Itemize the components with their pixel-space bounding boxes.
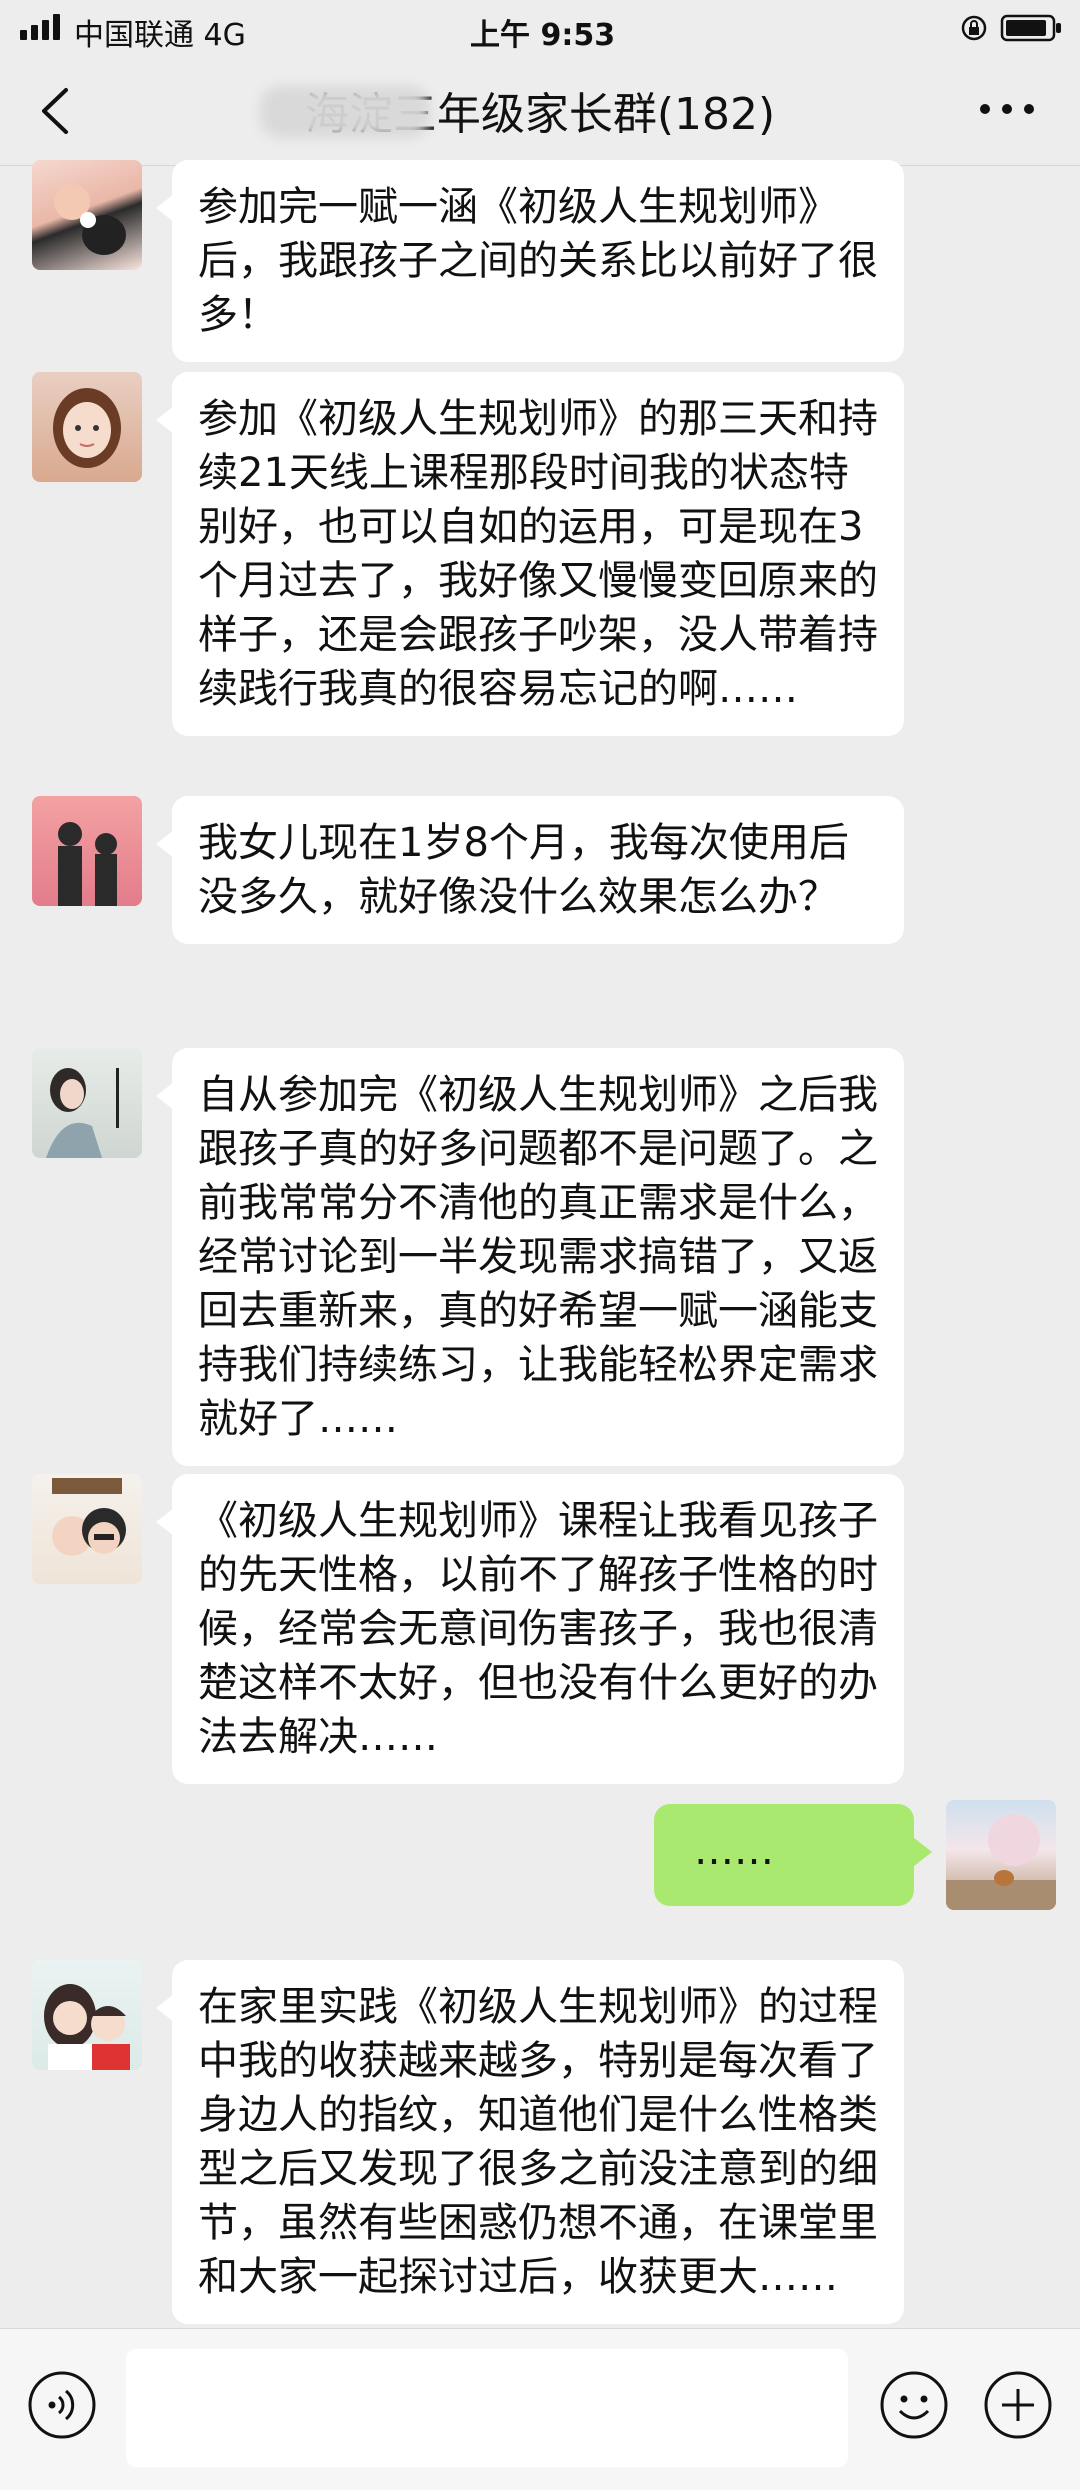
message-bubble-self[interactable]: …… xyxy=(654,1804,932,1906)
message-bubble[interactable]: 在家里实践《初级人生规划师》的过程中我的收获越来越多，特别是每次看了身边人的指纹… xyxy=(156,1960,904,2324)
plus-icon[interactable] xyxy=(982,2369,1054,2441)
signal-icon xyxy=(20,14,62,40)
message-bubble[interactable]: 参加完一赋一涵《初级人生规划师》后，我跟孩子之间的关系比以前好了很多！ xyxy=(156,160,904,362)
avatar[interactable] xyxy=(32,1474,142,1584)
avatar[interactable] xyxy=(32,796,142,906)
status-time: 上午 9:53 xyxy=(470,18,616,53)
battery-icon xyxy=(1000,14,1061,42)
avatar[interactable] xyxy=(32,372,142,482)
avatar[interactable] xyxy=(32,1048,142,1158)
message-bubble[interactable]: 自从参加完《初级人生规划师》之后我跟孩子真的好多问题都不是问题了。之前我常常分不… xyxy=(156,1048,904,1466)
voice-icon[interactable] xyxy=(26,2369,98,2441)
avatar[interactable] xyxy=(32,1960,142,2070)
carrier-label: 中国联通 4G xyxy=(74,18,246,53)
status-bar: 中国联通 4G 上午 9:53 xyxy=(0,0,1080,56)
input-bar xyxy=(0,2328,1080,2490)
back-icon[interactable] xyxy=(36,86,76,136)
avatar[interactable] xyxy=(32,160,142,270)
message-bubble[interactable]: 参加《初级人生规划师》的那三天和持续21天线上课程那段时间我的状态特别好，也可以… xyxy=(156,372,904,736)
message-bubble[interactable]: 我女儿现在1岁8个月，我每次使用后没多久，就好像没什么效果怎么办？ xyxy=(156,796,904,944)
emoji-icon[interactable] xyxy=(878,2369,950,2441)
title-redaction-blur xyxy=(260,86,430,138)
message-bubble[interactable]: 《初级人生规划师》课程让我看见孩子的先天性格，以前不了解孩子性格的时候，经常会无… xyxy=(156,1474,904,1784)
chat-header: 海淀三年级家长群(182) xyxy=(0,56,1080,166)
more-icon[interactable] xyxy=(980,104,1036,118)
message-input[interactable] xyxy=(126,2349,848,2467)
avatar-self[interactable] xyxy=(946,1800,1056,1910)
lock-icon xyxy=(961,15,987,41)
